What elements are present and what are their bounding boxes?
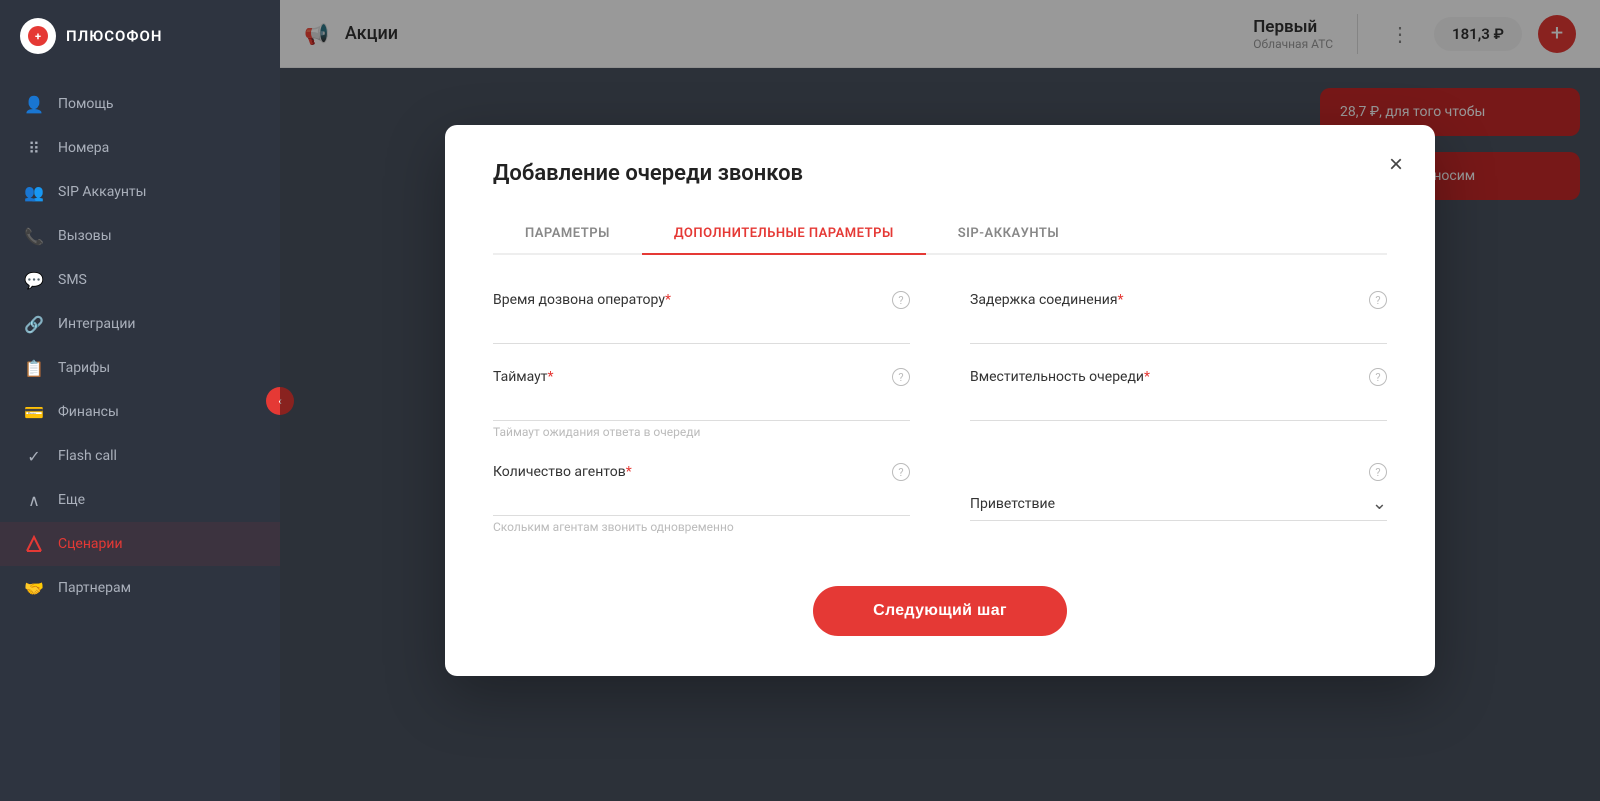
sidebar-brand: ПЛЮСОФОН	[66, 27, 162, 45]
queue-capacity-label: Вместительность очереди*	[970, 369, 1150, 385]
timeout-input[interactable]	[493, 392, 910, 421]
field-operator-dial-time: Время дозвона оператору* ?	[493, 291, 910, 344]
sidebar-item-label: SIP Аккаунты	[58, 184, 147, 200]
sidebar-item-sip[interactable]: 👥 SIP Аккаунты	[0, 170, 280, 214]
agent-count-label: Количество агентов*	[493, 464, 632, 480]
scenarios-icon	[24, 534, 44, 554]
partners-icon: 🤝	[24, 578, 44, 598]
sidebar-item-label: Flash call	[58, 448, 117, 464]
greeting-value: Приветствие	[970, 496, 1372, 512]
sidebar-item-tariffs[interactable]: 📋 Тарифы	[0, 346, 280, 390]
sidebar-item-label: Еще	[58, 492, 85, 508]
sidebar-item-label: Интеграции	[58, 316, 136, 332]
connection-delay-label: Задержка соединения*	[970, 292, 1124, 308]
operator-dial-time-label: Время дозвона оператору*	[493, 292, 671, 308]
field-greeting: ? Приветствие ⌄	[970, 463, 1387, 534]
modal-tabs: ПАРАМЕТРЫ ДОПОЛНИТЕЛЬНЫЕ ПАРАМЕТРЫ SIP-А…	[493, 214, 1387, 255]
sidebar-item-label: Сценарии	[58, 536, 123, 552]
numbers-icon: ⠿	[24, 138, 44, 158]
sidebar-item-label: Тарифы	[58, 360, 110, 376]
agent-count-sub-hint: Скольким агентам звонить одновременно	[493, 520, 910, 534]
modal-title: Добавление очереди звонков	[493, 161, 1387, 186]
sidebar-nav: 👤 Помощь ⠿ Номера 👥 SIP Аккаунты 📞 Вызов…	[0, 72, 280, 801]
finances-icon: 💳	[24, 402, 44, 422]
field-agent-count: Количество агентов* ? Скольким агентам з…	[493, 463, 910, 534]
sidebar-item-finances[interactable]: 💳 Финансы	[0, 390, 280, 434]
tariffs-icon: 📋	[24, 358, 44, 378]
integrations-icon: 🔗	[24, 314, 44, 334]
field-timeout: Таймаут* ? Таймаут ожидания ответа в оче…	[493, 368, 910, 439]
sidebar-item-more[interactable]: ∧ Еще	[0, 478, 280, 522]
timeout-label: Таймаут*	[493, 369, 554, 385]
tab-sip-accounts[interactable]: SIP-АККАУНТЫ	[926, 214, 1091, 255]
timeout-hint-icon[interactable]: ?	[892, 368, 910, 386]
queue-capacity-input[interactable]	[970, 392, 1387, 421]
calls-icon: 📞	[24, 226, 44, 246]
help-icon: 👤	[24, 94, 44, 114]
field-connection-delay: Задержка соединения* ?	[970, 291, 1387, 344]
sidebar-item-numbers[interactable]: ⠿ Номера	[0, 126, 280, 170]
tab-extra-params[interactable]: ДОПОЛНИТЕЛЬНЫЕ ПАРАМЕТРЫ	[642, 214, 926, 255]
sms-icon: 💬	[24, 270, 44, 290]
main-area: 📢 Акции Первый Облачная АТС ⋮ 181,3 ₽ + …	[280, 0, 1600, 801]
more-icon: ∧	[24, 490, 44, 510]
sidebar-item-partners[interactable]: 🤝 Партнерам	[0, 566, 280, 610]
connection-delay-hint-icon[interactable]: ?	[1369, 291, 1387, 309]
svg-text:+: +	[35, 30, 41, 43]
sidebar-item-label: Вызовы	[58, 228, 112, 244]
sidebar-item-label: Помощь	[58, 96, 114, 112]
sidebar: + ПЛЮСОФОН 👤 Помощь ⠿ Номера 👥 SIP Аккау…	[0, 0, 280, 801]
chevron-down-icon: ⌄	[1372, 493, 1387, 514]
sidebar-item-flash-call[interactable]: ✓ Flash call	[0, 434, 280, 478]
sidebar-item-label: SMS	[58, 272, 87, 288]
agent-count-hint-icon[interactable]: ?	[892, 463, 910, 481]
greeting-select[interactable]: Приветствие ⌄	[970, 487, 1387, 521]
greeting-hint-icon[interactable]: ?	[1369, 463, 1387, 481]
sidebar-item-label: Партнерам	[58, 580, 131, 596]
sidebar-item-label: Финансы	[58, 404, 119, 420]
tab-params[interactable]: ПАРАМЕТРЫ	[493, 214, 642, 255]
connection-delay-input[interactable]	[970, 315, 1387, 344]
modal-close-button[interactable]: ×	[1389, 153, 1403, 177]
sidebar-item-calls[interactable]: 📞 Вызовы	[0, 214, 280, 258]
sidebar-item-label: Номера	[58, 140, 109, 156]
modal-overlay: Добавление очереди звонков × ПАРАМЕТРЫ Д…	[280, 0, 1600, 801]
field-queue-capacity: Вместительность очереди* ?	[970, 368, 1387, 439]
sidebar-header: + ПЛЮСОФОН	[0, 0, 280, 72]
queue-capacity-hint-icon[interactable]: ?	[1369, 368, 1387, 386]
modal-dialog: Добавление очереди звонков × ПАРАМЕТРЫ Д…	[445, 125, 1435, 676]
sidebar-item-scenarios[interactable]: Сценарии	[0, 522, 280, 566]
modal-footer: Следующий шаг	[493, 586, 1387, 636]
sidebar-logo: +	[20, 18, 56, 54]
sidebar-item-sms[interactable]: 💬 SMS	[0, 258, 280, 302]
flash-call-icon: ✓	[24, 446, 44, 466]
sip-icon: 👥	[24, 182, 44, 202]
timeout-sub-hint: Таймаут ожидания ответа в очереди	[493, 425, 910, 439]
operator-dial-time-input[interactable]	[493, 315, 910, 344]
next-step-button[interactable]: Следующий шаг	[813, 586, 1067, 636]
sidebar-item-integrations[interactable]: 🔗 Интеграции	[0, 302, 280, 346]
sidebar-item-help[interactable]: 👤 Помощь	[0, 82, 280, 126]
agent-count-input[interactable]	[493, 487, 910, 516]
operator-dial-time-hint-icon[interactable]: ?	[892, 291, 910, 309]
form-grid: Время дозвона оператору* ? Задержка соед…	[493, 291, 1387, 558]
